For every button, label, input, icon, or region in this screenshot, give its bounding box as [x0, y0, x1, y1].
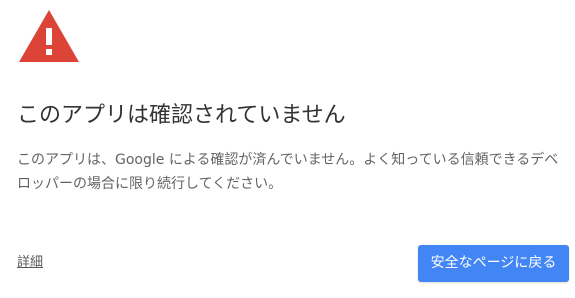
page-title: このアプリは確認されていません: [17, 103, 346, 128]
back-to-safety-button[interactable]: 安全なページに戻る: [418, 245, 569, 282]
warning-exclamation-bar: [46, 28, 52, 45]
warning-description: このアプリは、Google による確認が済んでいません。よく知っている信頼できる…: [17, 152, 559, 192]
warning-icon: [19, 10, 79, 62]
warning-exclamation-dot: [46, 49, 52, 55]
details-link[interactable]: 詳細: [17, 254, 43, 272]
